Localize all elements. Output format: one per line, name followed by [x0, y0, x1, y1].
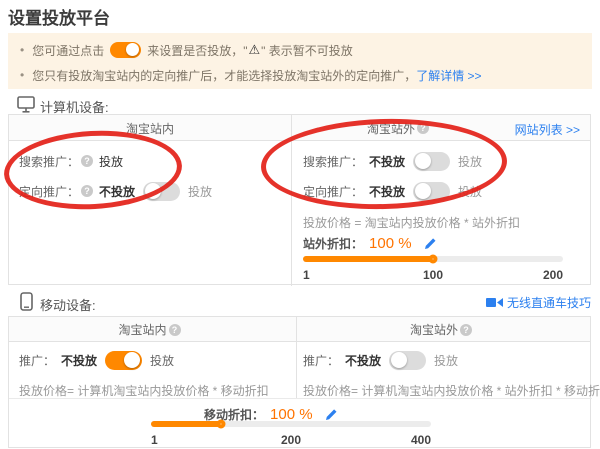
- computer-outside-price-formula: 投放价格 = 淘宝站内投放价格 * 站外折扣: [303, 212, 520, 232]
- computer-outside-search-toggle[interactable]: [413, 152, 450, 171]
- notice-line-1: • 您可通过点击 来设置是否投放，" ⚠ " 表示暂不可投放: [20, 40, 353, 60]
- computer-header-inside: 淘宝站内: [9, 115, 291, 141]
- video-camera-icon: [486, 297, 503, 308]
- slider-tick-min: 1: [151, 433, 158, 447]
- targeted-on-label: 投放: [188, 183, 212, 200]
- mobile-panel: 淘宝站内 ? 淘宝站外 ? 推广： 不投放 投放 推广： 不投放 投放 投放价格…: [8, 316, 591, 448]
- notice-line-2: • 您只有投放淘宝站内的定向推广后，才能选择投放淘宝站外的定向推广， 了解详情 …: [20, 65, 482, 85]
- computer-icon: [17, 96, 35, 113]
- search-off-label: 不投放: [369, 153, 405, 170]
- targeted-on-label: 投放: [458, 183, 482, 200]
- column-divider: [291, 115, 292, 286]
- slider-fill: [151, 421, 221, 427]
- offsite-discount-label: 站外折扣：: [303, 235, 363, 252]
- header-inside-label: 淘宝站内: [118, 321, 166, 338]
- learn-more-link[interactable]: 了解详情 >>: [416, 67, 481, 84]
- help-icon[interactable]: ?: [169, 324, 181, 336]
- divider-line: [9, 398, 592, 399]
- computer-inside-search-row: 搜索推广： ? 投放: [19, 151, 123, 171]
- toggle-knob: [126, 43, 139, 56]
- help-icon[interactable]: ?: [81, 155, 93, 167]
- mobile-header-inside: 淘宝站内 ?: [9, 317, 296, 342]
- computer-outside-targeted-row: 定向推广： 不投放 投放: [303, 181, 482, 201]
- slider-tick-min: 1: [303, 268, 310, 282]
- mobile-discount-value: 100 %: [270, 406, 313, 423]
- mobile-inside-promo-row: 推广： 不投放 投放: [19, 350, 174, 370]
- computer-panel: 淘宝站内 淘宝站外 ? 网站列表 >> 搜索推广： ? 投放 定向推广： ? 不…: [8, 114, 591, 285]
- notice-line1-pre: 您可通过点击: [32, 42, 104, 59]
- promo-off-label: 不投放: [345, 352, 381, 369]
- offsite-discount-value: 100 %: [369, 235, 412, 252]
- mobile-outside-promo-toggle[interactable]: [389, 351, 426, 370]
- website-list-link[interactable]: 网站列表 >>: [515, 121, 580, 138]
- computer-inside-targeted-toggle[interactable]: [143, 182, 180, 201]
- help-icon[interactable]: ?: [460, 324, 472, 336]
- slider-tick-mid: 200: [281, 433, 301, 447]
- bullet-icon: •: [20, 68, 24, 82]
- toggle-knob: [124, 352, 140, 368]
- help-icon[interactable]: ?: [81, 185, 93, 197]
- targeted-off-label: 不投放: [99, 183, 135, 200]
- toggle-knob: [145, 183, 161, 199]
- search-promo-label: 搜索推广：: [19, 153, 79, 170]
- slider-tick-max: 400: [411, 433, 431, 447]
- mobile-outside-price-formula: 投放价格= 计算机淘宝站内投放价格 * 站外折扣 * 移动折扣: [303, 380, 600, 400]
- header-outside-label: 淘宝站外: [367, 120, 415, 137]
- edit-pencil-icon[interactable]: [325, 408, 338, 421]
- bullet-icon: •: [20, 43, 24, 57]
- mobile-discount-label: 移动折扣：: [204, 406, 264, 423]
- computer-inside-targeted-row: 定向推广： ? 不投放 投放: [19, 181, 212, 201]
- mobile-outside-promo-row: 推广： 不投放 投放: [296, 350, 458, 370]
- promo-on-label: 投放: [150, 352, 174, 369]
- wireless-tips-label: 无线直通车技巧: [507, 294, 591, 311]
- warning-icon: ⚠: [248, 42, 260, 58]
- settings-page: 设置投放平台 • 您可通过点击 来设置是否投放，" ⚠ " 表示暂不可投放 • …: [0, 0, 600, 449]
- promo-on-label: 投放: [434, 352, 458, 369]
- search-promo-label: 搜索推广：: [303, 153, 363, 170]
- notice-line1-post: " 表示暂不可投放: [261, 42, 353, 59]
- mobile-section-label: 移动设备:: [40, 295, 96, 314]
- edit-pencil-icon[interactable]: [424, 237, 437, 250]
- mobile-discount-slider[interactable]: [151, 421, 431, 427]
- computer-outside-targeted-toggle[interactable]: [413, 182, 450, 201]
- mobile-inside-price-formula: 投放价格= 计算机淘宝站内投放价格 * 移动折扣: [19, 380, 269, 400]
- notice-line2-text: 您只有投放淘宝站内的定向推广后，才能选择投放淘宝站外的定向推广，: [32, 67, 416, 84]
- page-title: 设置投放平台: [8, 4, 110, 29]
- promo-label: 推广：: [19, 352, 55, 369]
- toggle-knob: [415, 183, 431, 199]
- promo-off-label: 不投放: [61, 352, 97, 369]
- targeted-off-label: 不投放: [369, 183, 405, 200]
- computer-panel-header: 淘宝站内 淘宝站外 ? 网站列表 >>: [9, 115, 590, 141]
- targeted-promo-label: 定向推广：: [19, 183, 79, 200]
- phone-icon: [20, 292, 33, 311]
- help-icon[interactable]: ?: [417, 122, 429, 134]
- search-on-label: 投放: [458, 153, 482, 170]
- header-inside-label: 淘宝站内: [126, 120, 174, 137]
- slider-knob[interactable]: [217, 420, 226, 429]
- targeted-promo-label: 定向推广：: [303, 183, 363, 200]
- computer-outside-search-row: 搜索推广： 不投放 投放: [303, 151, 482, 171]
- notice-line1-mid: 来设置是否投放，": [147, 42, 247, 59]
- header-outside-label: 淘宝站外: [410, 321, 458, 338]
- computer-header-outside: 淘宝站外 ?: [291, 115, 511, 141]
- slider-tick-max: 200: [543, 268, 563, 282]
- mobile-inside-promo-toggle[interactable]: [105, 351, 142, 370]
- slider-knob[interactable]: [429, 255, 438, 264]
- search-promo-value: 投放: [99, 153, 123, 170]
- toggle-knob: [391, 352, 407, 368]
- example-toggle[interactable]: [110, 42, 141, 58]
- toggle-knob: [415, 153, 431, 169]
- slider-fill: [303, 256, 433, 262]
- computer-outside-discount-row: 站外折扣： 100 %: [303, 232, 437, 254]
- promo-label: 推广：: [303, 352, 339, 369]
- slider-tick-mid: 100: [423, 268, 443, 282]
- wireless-tips-link[interactable]: 无线直通车技巧: [486, 294, 591, 311]
- notice-box: • 您可通过点击 来设置是否投放，" ⚠ " 表示暂不可投放 • 您只有投放淘宝…: [8, 33, 592, 89]
- offsite-discount-slider[interactable]: [303, 256, 563, 262]
- mobile-panel-header: 淘宝站内 ? 淘宝站外 ?: [9, 317, 590, 342]
- mobile-header-outside: 淘宝站外 ?: [296, 317, 592, 342]
